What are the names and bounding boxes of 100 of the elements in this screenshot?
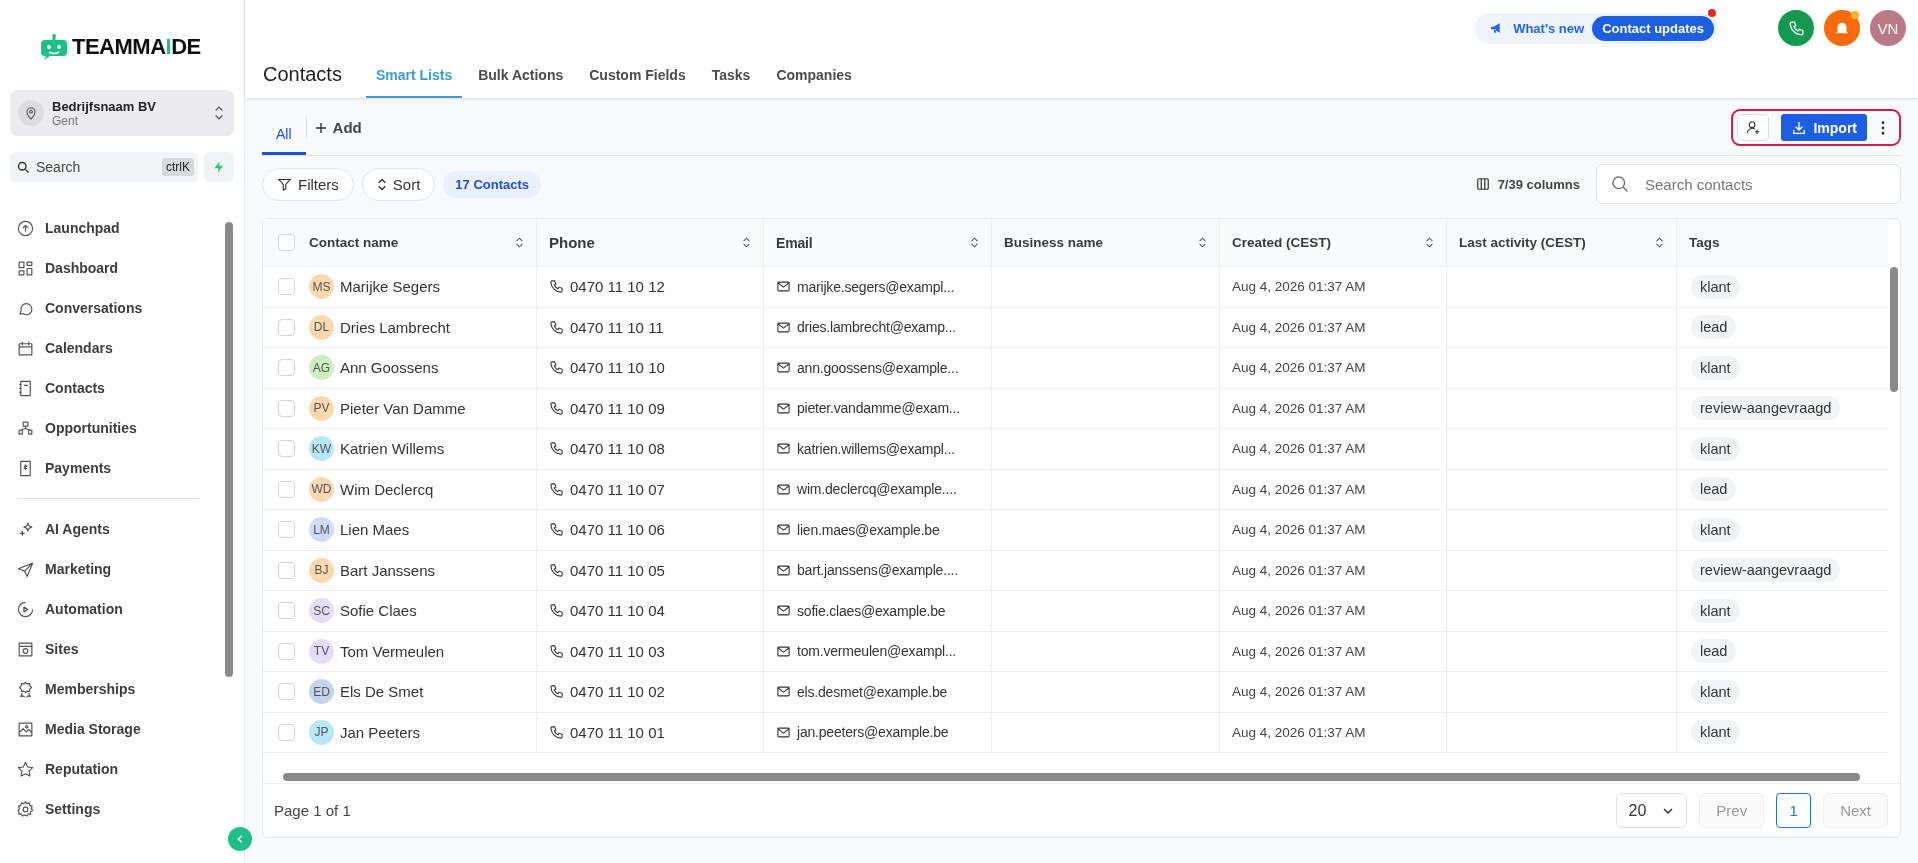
page-button[interactable]: 1 — [1776, 793, 1812, 828]
phone-number: 0470 11 10 02 — [570, 683, 665, 701]
email-address: pieter.vandamme@exam... — [797, 400, 960, 417]
tab[interactable]: Companies — [766, 67, 862, 98]
tag-chip: klant — [1691, 517, 1740, 542]
columns-button[interactable]: 7/39 columns — [1469, 175, 1586, 193]
account-name: Bedrijfsnaam BV — [52, 98, 158, 114]
contact-name[interactable]: Dries Lambrecht — [340, 318, 451, 336]
nav-item[interactable]: Sites — [10, 629, 225, 669]
nav-item[interactable]: Media Storage — [10, 709, 225, 749]
column-header[interactable]: Business name — [992, 219, 1220, 266]
created-date: Aug 4, 2026 01:37 AM — [1232, 279, 1366, 295]
tag-chip: klant — [1691, 720, 1740, 745]
email-address: jan.peeters@example.be — [797, 724, 949, 741]
nav-item[interactable]: Reputation — [10, 749, 225, 789]
avatar-initials: AG — [309, 355, 334, 381]
created-date: Aug 4, 2026 01:37 AM — [1232, 562, 1366, 578]
created-date: Aug 4, 2026 01:37 AM — [1232, 724, 1366, 740]
tag-chip: lead — [1691, 315, 1737, 340]
contact-name[interactable]: Tom Vermeulen — [340, 642, 445, 660]
nav-item[interactable]: Marketing — [10, 549, 225, 589]
email-address: ann.goossens@example... — [797, 359, 959, 376]
column-header[interactable]: Phone — [537, 219, 764, 266]
column-label: Last activity (CEST) — [1459, 235, 1586, 250]
tag-chip: klant — [1691, 355, 1740, 380]
tab[interactable]: Custom Fields — [579, 67, 696, 98]
phone-number: 0470 11 10 01 — [570, 723, 665, 741]
tab[interactable]: Bulk Actions — [468, 67, 574, 98]
contact-name[interactable]: Ann Goossens — [340, 359, 439, 377]
account-location: Gent — [52, 113, 78, 128]
avatar-initials: PV — [309, 395, 334, 421]
nav-item[interactable]: Payments — [10, 448, 225, 488]
column-label: Created (CEST) — [1232, 235, 1331, 250]
contact-name[interactable]: Els De Smet — [340, 683, 424, 701]
phone-number: 0470 11 10 04 — [570, 602, 665, 620]
contact-name[interactable]: Katrien Willems — [340, 440, 445, 458]
updates-badge: Contact updates — [1592, 15, 1714, 41]
created-date: Aug 4, 2026 01:37 AM — [1232, 319, 1366, 335]
contact-name[interactable]: Sofie Claes — [340, 602, 417, 620]
filters-button[interactable]: Filters — [262, 167, 354, 201]
tag-chip: lead — [1691, 639, 1737, 664]
nav-item[interactable]: Dashboard — [10, 248, 225, 288]
column-header[interactable]: Contact name — [309, 219, 537, 266]
nav-item[interactable]: AI Agents — [10, 509, 225, 549]
page-title: Contacts — [263, 63, 342, 87]
contact-name[interactable]: Jan Peeters — [340, 723, 421, 741]
shortcut-badge: ctrlK — [162, 158, 194, 176]
avatar-initials: LM — [309, 517, 334, 543]
list-tab[interactable]: All — [262, 110, 306, 155]
created-date: Aug 4, 2026 01:37 AM — [1232, 643, 1366, 659]
created-date: Aug 4, 2026 01:37 AM — [1232, 481, 1366, 497]
account-switcher[interactable]: Bedrijfsnaam BV Gent — [10, 90, 234, 136]
avatar-initials: TV — [309, 638, 334, 664]
email-address: els.desmet@example.be — [797, 683, 948, 700]
sort-button[interactable]: Sort — [361, 167, 436, 201]
import-button[interactable]: Import — [1781, 114, 1867, 141]
created-date: Aug 4, 2026 01:37 AM — [1232, 522, 1366, 538]
column-header[interactable]: Tags — [1677, 219, 1888, 266]
tag-chip: klant — [1691, 274, 1740, 299]
created-date: Aug 4, 2026 01:37 AM — [1232, 684, 1366, 700]
contact-name[interactable]: Lien Maes — [340, 521, 410, 539]
created-date: Aug 4, 2026 01:37 AM — [1232, 360, 1366, 376]
contact-name[interactable]: Wim Declercq — [340, 480, 434, 498]
nav-item[interactable]: Settings — [10, 789, 225, 829]
page-summary: Page 1 of 1 — [274, 802, 351, 819]
phone-number: 0470 11 10 10 — [570, 359, 665, 377]
email-address: wim.declercq@example.... — [797, 481, 957, 498]
column-label: Phone — [549, 234, 595, 251]
contact-name[interactable]: Marijke Segers — [340, 278, 441, 296]
nav-item[interactable]: Contacts — [10, 368, 225, 408]
tag-chip: review-aangevraagd — [1691, 396, 1841, 421]
page-size-select[interactable]: 20 — [1615, 793, 1688, 828]
nav-item[interactable]: Memberships — [10, 669, 225, 709]
column-header[interactable]: Last activity (CEST) — [1447, 219, 1677, 266]
tab[interactable]: Tasks — [701, 67, 761, 98]
email-address: lien.maes@example.be — [797, 521, 940, 538]
nav-item[interactable]: Opportunities — [10, 408, 225, 448]
created-date: Aug 4, 2026 01:37 AM — [1232, 441, 1366, 457]
nav-item[interactable]: Calendars — [10, 328, 225, 368]
nav-item[interactable]: Conversations — [10, 288, 225, 328]
column-label: Tags — [1689, 235, 1720, 250]
email-address: bart.janssens@example.... — [797, 562, 958, 579]
nav-item[interactable]: Launchpad — [10, 208, 225, 248]
add-list-button[interactable]: Add — [305, 117, 370, 138]
column-header[interactable]: Email — [764, 219, 992, 266]
phone-number: 0470 11 10 08 — [570, 440, 665, 458]
column-label: Email — [776, 234, 813, 251]
whats-new-banner[interactable]: What's new Contact updates — [1475, 12, 1718, 44]
phone-number: 0470 11 10 09 — [570, 399, 665, 417]
phone-number: 0470 11 10 07 — [570, 480, 665, 498]
email-address: marijke.segers@exampl... — [797, 278, 955, 295]
tag-chip: klant — [1691, 436, 1740, 461]
contact-name[interactable]: Pieter Van Damme — [340, 399, 466, 417]
phone-number: 0470 11 10 12 — [570, 278, 665, 296]
nav-item[interactable]: Automation — [10, 589, 225, 629]
search-field[interactable]: Search contacts — [1596, 164, 1901, 204]
created-date: Aug 4, 2026 01:37 AM — [1232, 400, 1366, 416]
column-header[interactable]: Created (CEST) — [1220, 219, 1447, 266]
phone-number: 0470 11 10 05 — [570, 561, 665, 579]
contact-name[interactable]: Bart Janssens — [340, 561, 436, 579]
